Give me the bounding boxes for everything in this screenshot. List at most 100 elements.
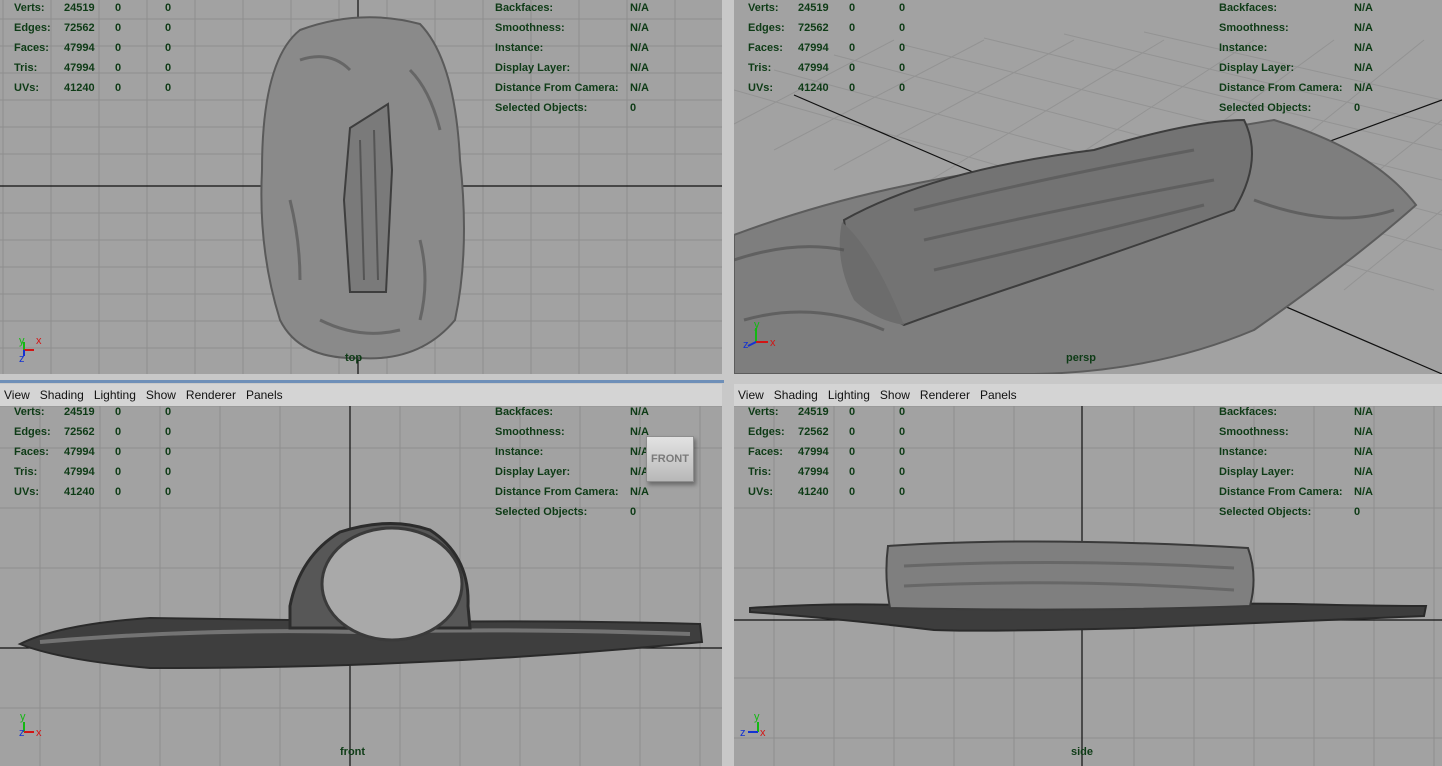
info-label: Instance: xyxy=(495,446,544,458)
stat-value: 0 xyxy=(115,2,122,14)
menu-renderer[interactable]: Renderer xyxy=(920,388,970,402)
stat-value: 0 xyxy=(849,406,856,418)
info-value: N/A xyxy=(1354,406,1373,418)
stat-value: 0 xyxy=(899,42,906,54)
stat-value: 0 xyxy=(849,426,856,438)
info-value: N/A xyxy=(1354,22,1373,34)
axis-gizmo-icon: y z x xyxy=(740,711,766,739)
stat-value: 47994 xyxy=(798,446,829,458)
stat-label: Tris: xyxy=(748,62,772,74)
log-mesh xyxy=(885,540,1255,611)
stat-label: Verts: xyxy=(14,2,45,14)
camera-label: front xyxy=(340,746,366,758)
stat-value: 0 xyxy=(899,486,906,498)
stat-label: UVs: xyxy=(14,486,40,498)
stat-value: 0 xyxy=(899,446,906,458)
stat-value: 0 xyxy=(165,446,172,458)
camera-label: persp xyxy=(1066,352,1096,364)
stat-label: Faces: xyxy=(14,446,49,458)
stat-label: Edges: xyxy=(14,426,51,438)
menu-show[interactable]: Show xyxy=(880,388,910,402)
info-label: Display Layer: xyxy=(495,62,571,74)
info-value: N/A xyxy=(630,62,649,74)
info-label: Instance: xyxy=(1219,42,1268,54)
axis-y-label: y xyxy=(754,711,760,723)
stat-value: 0 xyxy=(849,22,856,34)
menu-renderer[interactable]: Renderer xyxy=(186,388,236,402)
axis-z-label: z xyxy=(743,339,749,351)
info-label: Display Layer: xyxy=(1219,466,1295,478)
menu-shading[interactable]: Shading xyxy=(774,388,818,402)
info-value: N/A xyxy=(630,42,649,54)
menu-show[interactable]: Show xyxy=(146,388,176,402)
stat-value: 0 xyxy=(899,2,906,14)
info-label: Selected Objects: xyxy=(1219,102,1312,114)
stat-label: Edges: xyxy=(748,22,785,34)
info-value: N/A xyxy=(1354,446,1373,458)
stat-value: 41240 xyxy=(798,82,829,94)
axis-x-label: x xyxy=(760,727,766,739)
menu-lighting[interactable]: Lighting xyxy=(94,388,136,402)
stat-value: 0 xyxy=(899,62,906,74)
info-value: N/A xyxy=(1354,2,1373,14)
stat-value: 0 xyxy=(115,446,122,458)
stat-label: Faces: xyxy=(748,446,783,458)
info-value: 0 xyxy=(630,102,637,114)
axis-x-label: x xyxy=(36,335,42,347)
viewport-top-scene xyxy=(0,0,722,374)
stat-value: 0 xyxy=(165,62,172,74)
stat-label: Verts: xyxy=(14,406,45,418)
info-value: N/A xyxy=(1354,486,1373,498)
stat-value: 0 xyxy=(849,486,856,498)
menu-panels[interactable]: Panels xyxy=(980,388,1017,402)
info-label: Distance From Camera: xyxy=(495,82,619,94)
info-label: Distance From Camera: xyxy=(1219,486,1343,498)
menu-shading[interactable]: Shading xyxy=(40,388,84,402)
menu-lighting[interactable]: Lighting xyxy=(828,388,870,402)
panel-menubar: View Shading Lighting Show Renderer Pane… xyxy=(0,384,722,407)
info-label: Instance: xyxy=(1219,446,1268,458)
viewcube-front[interactable]: FRONT xyxy=(646,436,694,482)
axis-y-label: y xyxy=(20,711,26,723)
info-value: 0 xyxy=(630,506,637,518)
viewport-persp[interactable]: Verts: 24519 0 0 Edges: 72562 0 0 Faces: 47994 0… xyxy=(734,0,1442,374)
info-value: N/A xyxy=(1354,62,1373,74)
stat-value: 0 xyxy=(165,22,172,34)
info-value: N/A xyxy=(630,2,649,14)
viewport-front[interactable]: View Shading Lighting Show Renderer Pane… xyxy=(0,384,722,766)
info-label: Distance From Camera: xyxy=(1219,82,1343,94)
viewport-side[interactable]: View Shading Lighting Show Renderer Pane… xyxy=(734,384,1442,766)
axis-x-label: x xyxy=(770,337,776,349)
stat-value: 0 xyxy=(165,2,172,14)
stat-label: Verts: xyxy=(748,406,779,418)
axis-z-label: z xyxy=(740,727,746,739)
stat-label: UVs: xyxy=(14,82,40,94)
stat-value: 0 xyxy=(899,82,906,94)
axis-x-label: x xyxy=(36,727,42,739)
info-label: Smoothness: xyxy=(495,426,565,438)
info-label: Smoothness: xyxy=(495,22,565,34)
stat-value: 0 xyxy=(899,466,906,478)
stat-label: Faces: xyxy=(748,42,783,54)
info-value: N/A xyxy=(1354,82,1373,94)
menu-view[interactable]: View xyxy=(738,388,764,402)
info-value: 0 xyxy=(1354,506,1361,518)
menu-panels[interactable]: Panels xyxy=(246,388,283,402)
stat-value: 0 xyxy=(115,62,122,74)
log-mesh xyxy=(342,102,394,293)
info-label: Display Layer: xyxy=(495,466,571,478)
info-label: Distance From Camera: xyxy=(495,486,619,498)
stat-value: 0 xyxy=(165,42,172,54)
viewport-top[interactable]: Verts: 24519 0 0 Edges: 72562 0 0 Faces: 47994 0… xyxy=(0,0,722,374)
stat-value: 72562 xyxy=(64,426,95,438)
stat-value: 0 xyxy=(165,426,172,438)
stat-value: 0 xyxy=(115,42,122,54)
stat-label: UVs: xyxy=(748,486,774,498)
axis-z-label: z xyxy=(19,353,25,365)
info-label: Instance: xyxy=(495,42,544,54)
stat-value: 0 xyxy=(899,426,906,438)
menu-view[interactable]: View xyxy=(4,388,30,402)
stat-value: 0 xyxy=(115,426,122,438)
stat-label: Tris: xyxy=(14,466,38,478)
info-value: N/A xyxy=(1354,42,1373,54)
